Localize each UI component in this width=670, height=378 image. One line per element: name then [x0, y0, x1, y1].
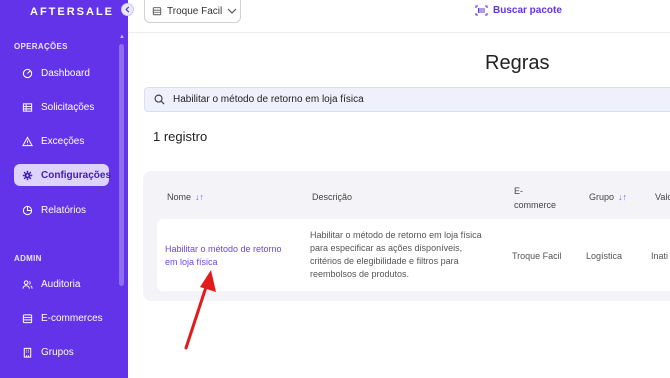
sidebar-item-label: Dashboard — [41, 67, 90, 79]
rule-valor: Inati — [651, 251, 669, 261]
section-title-admin: ADMIN — [14, 254, 42, 263]
column-header-descricao: Descrição — [312, 192, 353, 202]
chevron-down-icon — [227, 8, 237, 14]
sidebar-item-dashboard[interactable]: Dashboard — [14, 62, 109, 84]
gear-icon — [22, 170, 33, 180]
sort-icon[interactable]: ↓↑ — [618, 192, 627, 202]
sidebar-item-label: Auditoria — [41, 278, 81, 290]
scroll-up-icon[interactable]: ▲ — [119, 34, 125, 40]
column-header-nome[interactable]: Nome ↓↑ — [167, 192, 204, 202]
table-icon — [22, 102, 33, 112]
rule-description: Habilitar o método de retorno em loja fí… — [310, 230, 482, 279]
warning-icon — [22, 135, 33, 146]
brand-logo: AFTERSALE — [30, 6, 114, 18]
search-input[interactable] — [173, 94, 653, 105]
sidebar-scrollbar[interactable] — [119, 44, 124, 286]
header-divider — [128, 32, 670, 33]
search-field[interactable] — [144, 87, 670, 112]
sidebar-item-label: E-commerces — [41, 312, 103, 324]
sidebar-item-solicitacoes[interactable]: Solicitações — [14, 96, 109, 118]
barcode-scan-icon — [475, 5, 488, 16]
annotation-arrow-icon — [184, 270, 216, 350]
store-select[interactable]: Troque Facil — [144, 0, 241, 23]
store-icon — [22, 313, 33, 323]
sidebar: AFTERSALE ▲ OPERAÇÕES Dashboard Solicita… — [0, 0, 128, 378]
record-count: 1 registro — [153, 129, 208, 144]
search-icon — [154, 94, 165, 105]
section-title-operacoes: OPERAÇÕES — [14, 42, 68, 51]
column-header-ecommerce: E- commerce — [514, 186, 557, 210]
sidebar-item-label: Exceções — [41, 135, 85, 147]
users-icon — [22, 279, 33, 289]
sidebar-item-grupos[interactable]: Grupos — [14, 341, 109, 363]
column-header-grupo[interactable]: Grupo ↓↑ — [589, 192, 627, 202]
dashboard-icon — [22, 68, 33, 78]
rule-ecommerce: Troque Facil — [512, 251, 562, 261]
store-select-value: Troque Facil — [167, 5, 223, 17]
building-icon — [23, 347, 32, 358]
sidebar-item-auditoria[interactable]: Auditoria — [14, 273, 109, 295]
sidebar-item-ecommerces[interactable]: E-commerces — [14, 307, 109, 329]
chart-icon — [22, 205, 33, 215]
sidebar-item-excecoes[interactable]: Exceções — [14, 130, 109, 152]
rule-name-link[interactable]: Habilitar o método de retorno em loja fí… — [165, 243, 282, 269]
buscar-pacote-label: Buscar pacote — [493, 5, 562, 16]
sidebar-item-label: Relatórios — [41, 204, 87, 216]
sidebar-item-label: Solicitações — [41, 101, 95, 113]
column-header-valor: Valo — [655, 192, 670, 202]
buscar-pacote-button[interactable]: Buscar pacote — [475, 5, 562, 16]
page-title: Regras — [485, 52, 550, 74]
sidebar-item-label: Grupos — [41, 346, 74, 358]
store-icon — [152, 7, 162, 16]
chevron-left-icon — [125, 6, 130, 13]
sort-icon[interactable]: ↓↑ — [195, 192, 204, 202]
collapse-sidebar-button[interactable] — [121, 3, 134, 16]
rule-grupo: Logística — [586, 251, 623, 261]
sidebar-item-configuracoes[interactable]: Configurações — [14, 164, 112, 186]
sidebar-item-label: Configurações — [41, 169, 112, 181]
sidebar-item-relatorios[interactable]: Relatórios — [14, 199, 109, 221]
